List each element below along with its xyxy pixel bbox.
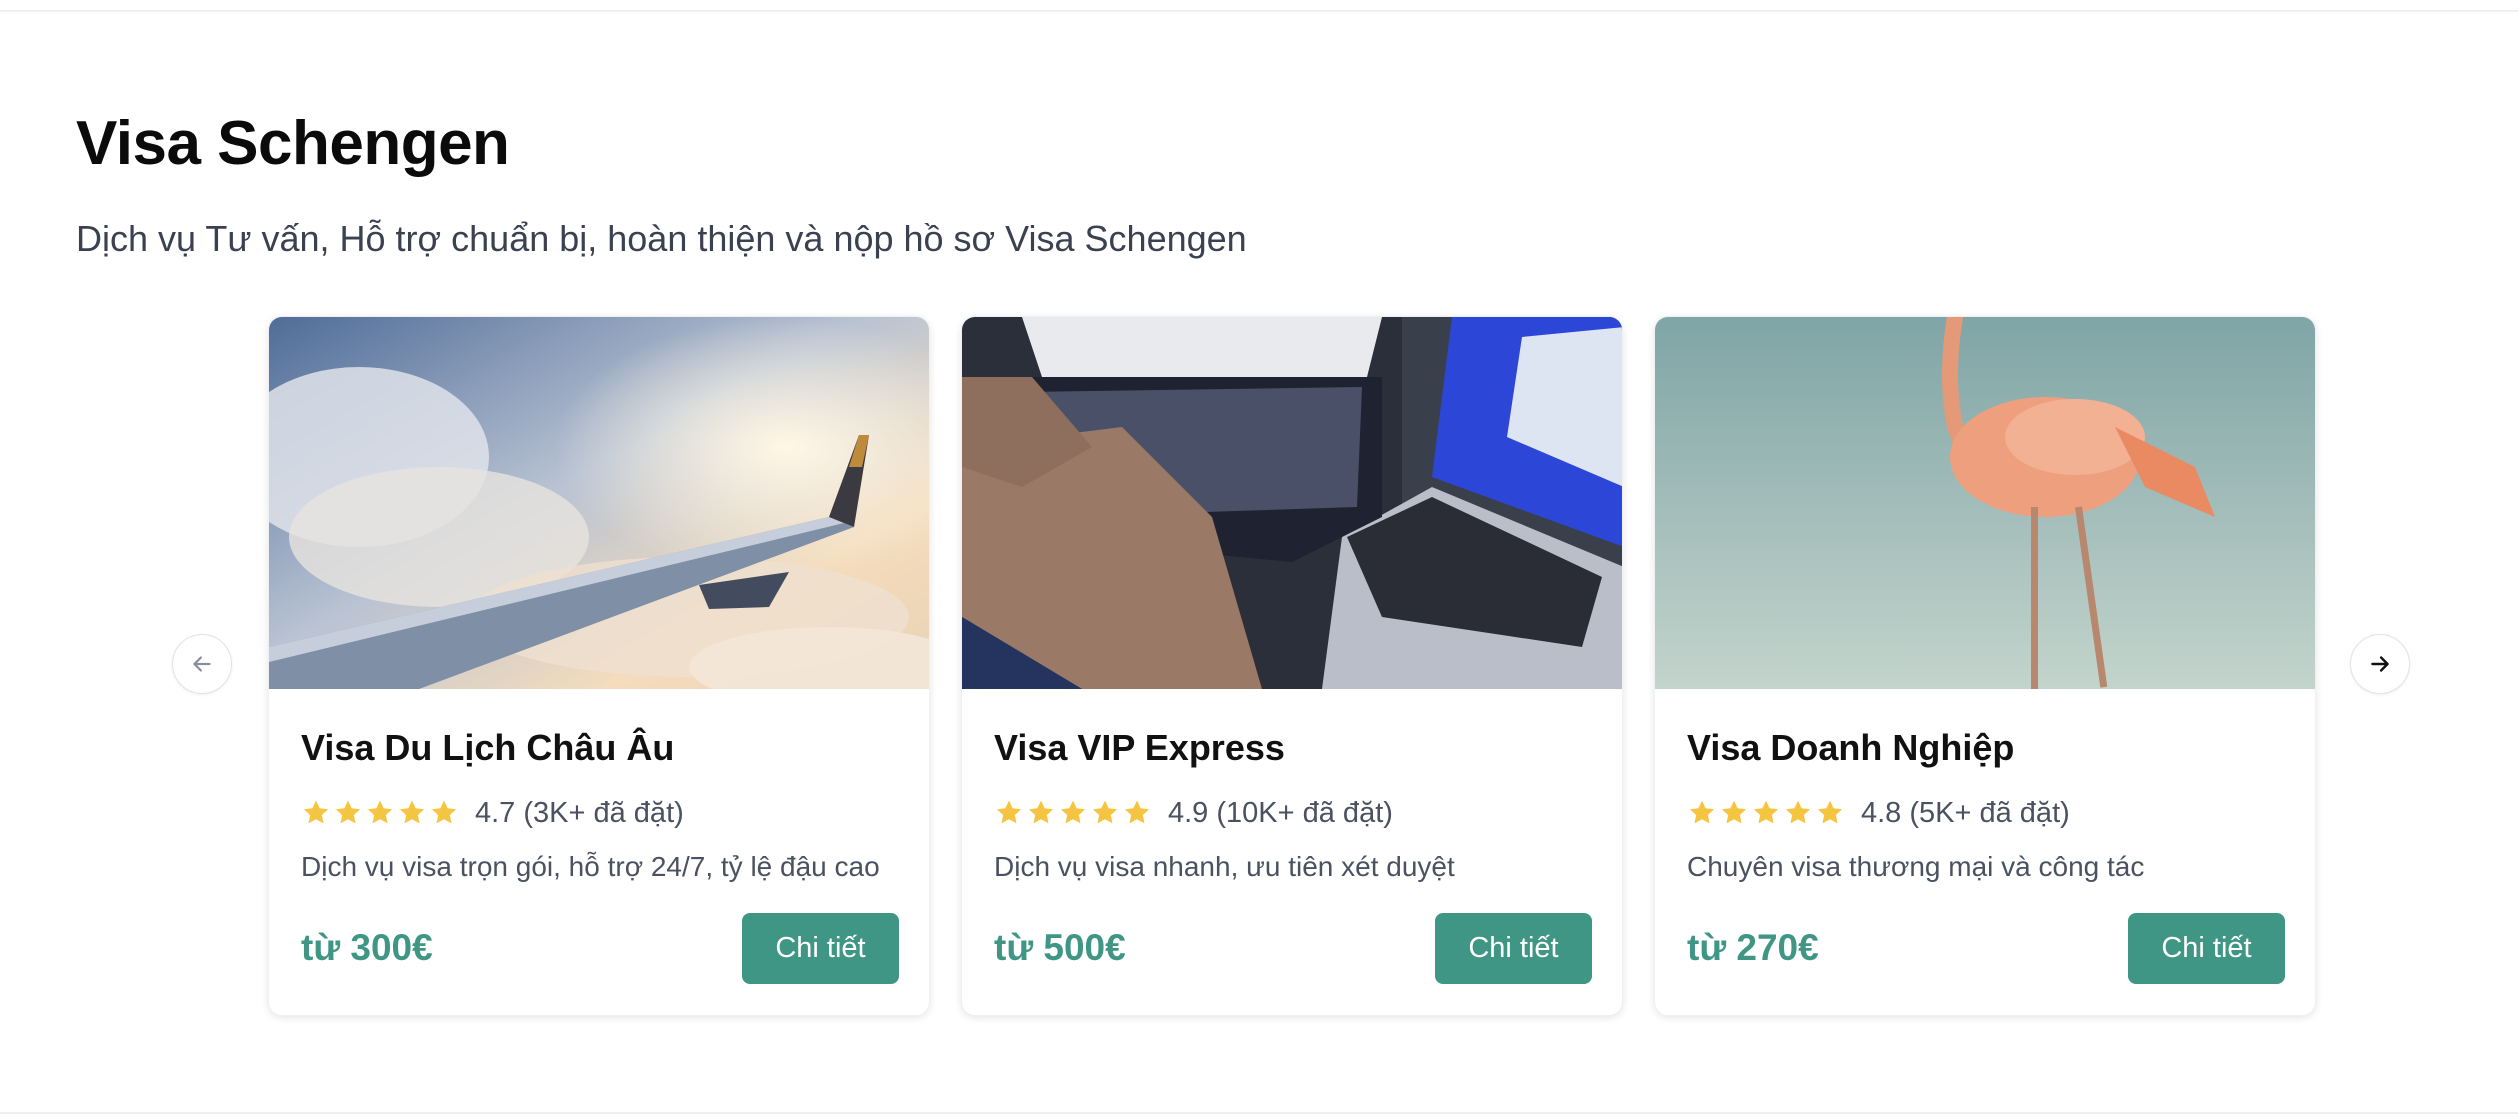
star-rating	[994, 798, 1152, 828]
star-rating	[1687, 798, 1845, 828]
carousel-next-button[interactable]	[2350, 634, 2410, 694]
card-description: Dịch vụ visa trọn gói, hỗ trợ 24/7, tỷ l…	[301, 851, 880, 882]
card-image-laptop-typing	[962, 317, 1622, 689]
star-icon	[303, 800, 329, 824]
detail-button[interactable]: Chi tiết	[2128, 913, 2285, 984]
card-price: từ 270€	[1687, 927, 1819, 968]
star-icon	[1785, 800, 1811, 824]
star-icon	[1721, 800, 1747, 824]
rating-text: 4.7 (3K+ đã đặt)	[475, 796, 684, 829]
star-icon	[1817, 800, 1843, 824]
rating-text: 4.9 (10K+ đã đặt)	[1168, 796, 1393, 829]
card-price: từ 500€	[994, 927, 1126, 968]
card-price: từ 300€	[301, 927, 433, 968]
star-icon	[431, 800, 457, 824]
arrow-left-icon	[193, 656, 211, 672]
star-icon	[399, 800, 425, 824]
star-icon	[335, 800, 361, 824]
detail-button[interactable]: Chi tiết	[1435, 913, 1592, 984]
star-icon	[1028, 800, 1054, 824]
bottom-divider	[0, 1112, 2518, 1114]
detail-button[interactable]: Chi tiết	[742, 913, 899, 984]
service-card[interactable]: Visa Doanh Nghiệp 4.8 (5K+ đã đặt) Chuyê…	[1654, 316, 2316, 1016]
star-rating	[301, 798, 459, 828]
card-description: Dịch vụ visa nhanh, ưu tiên xét duyệt	[994, 851, 1455, 882]
rating-row: 4.7 (3K+ đã đặt)	[301, 795, 684, 831]
carousel-prev-button[interactable]	[172, 634, 232, 694]
arrow-right-icon	[2371, 656, 2389, 672]
service-card[interactable]: Visa VIP Express 4.9 (10K+ đã đặt) Dịch …	[961, 316, 1623, 1016]
star-icon	[1092, 800, 1118, 824]
card-description: Chuyên visa thương mại và công tác	[1687, 851, 2145, 882]
card-title: Visa Du Lịch Châu Âu	[301, 727, 675, 768]
rating-row: 4.8 (5K+ đã đặt)	[1687, 795, 2070, 831]
star-icon	[1060, 800, 1086, 824]
rating-row: 4.9 (10K+ đã đặt)	[994, 795, 1393, 831]
section-subtitle: Dịch vụ Tư vấn, Hỗ trợ chuẩn bị, hoàn th…	[76, 218, 1247, 259]
star-icon	[1689, 800, 1715, 824]
card-image-airplane-wing	[269, 317, 929, 689]
star-icon	[1124, 800, 1150, 824]
card-image-flamingo	[1655, 317, 2315, 689]
service-card[interactable]: Visa Du Lịch Châu Âu 4.7 (3K+ đã đặt) Dị…	[268, 316, 930, 1016]
card-title: Visa VIP Express	[994, 727, 1285, 768]
card-title: Visa Doanh Nghiệp	[1687, 727, 2015, 768]
top-divider	[0, 10, 2518, 12]
section-title: Visa Schengen	[76, 109, 510, 178]
rating-text: 4.8 (5K+ đã đặt)	[1861, 796, 2070, 829]
star-icon	[367, 800, 393, 824]
star-icon	[1753, 800, 1779, 824]
star-icon	[996, 800, 1022, 824]
